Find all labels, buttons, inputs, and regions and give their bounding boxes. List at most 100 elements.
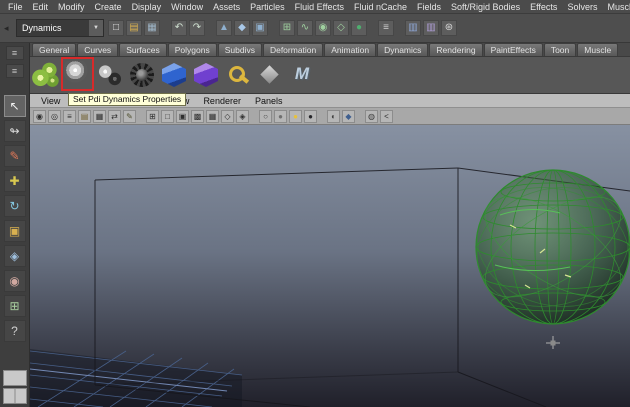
collapse-arrow-icon[interactable]: ◂ [4,23,12,34]
quick-layout-buttons [2,370,27,404]
share-icon[interactable]: < [380,109,393,123]
menu-item[interactable]: Fields [412,2,446,12]
shelf-tab[interactable]: Surfaces [119,43,167,56]
toolbox-menu-bottom-icon[interactable]: ≡ [5,64,24,78]
menu-item[interactable]: Modify [53,2,90,12]
snap-to-point-icon[interactable]: ◉ [315,20,331,36]
shelf-tab[interactable]: Muscle [577,43,619,56]
make-live-icon[interactable]: ● [351,20,367,36]
menu-item[interactable]: Muscle [602,2,630,12]
shelf-tab[interactable]: Dynamics [377,43,429,56]
grease-pencil-icon[interactable]: ✎ [123,109,136,123]
panel-menu-item[interactable]: View [34,96,67,106]
select-tool-icon[interactable]: ↖ [3,95,26,117]
grid-icon[interactable]: ⊞ [146,109,159,123]
construction-history-icon[interactable]: ≡ [378,20,394,36]
toolbox-menu-top-icon[interactable]: ≡ [5,46,24,60]
last-tool-icon[interactable]: ? [3,320,26,342]
show-manipulator-icon[interactable]: ⊞ [3,295,26,317]
image-plane-icon[interactable]: ▦ [93,109,106,123]
quick-layout-two-pane-icon[interactable] [2,388,27,404]
shelf-tab[interactable]: Toon [543,43,577,56]
shelf-tab[interactable]: Animation [324,43,377,56]
menu-item[interactable]: Edit [28,2,54,12]
open-scene-icon[interactable]: ▤ [126,20,142,36]
shelf-tab[interactable]: Deformation [262,43,324,56]
move-tool-icon[interactable]: ✚ [3,170,26,192]
isolate-select-icon[interactable]: ◆ [342,109,355,123]
shelf-tab[interactable]: PaintEffects [483,43,543,56]
maya-shelf-icon[interactable]: M [288,61,316,89]
snap-to-plane-icon[interactable]: ◇ [333,20,349,36]
menu-item[interactable]: Effects [525,2,562,12]
undo-icon[interactable]: ↶ [171,20,187,36]
menu-item[interactable]: Fluid nCache [349,2,412,12]
menu-item[interactable]: Solvers [562,2,602,12]
viewport[interactable] [30,125,630,407]
field-chart-icon[interactable]: ▦ [206,109,219,123]
save-scene-icon[interactable]: ▦ [144,20,160,36]
bookmark-icon[interactable]: ▤ [78,109,91,123]
universal-manipulator-icon[interactable]: ◈ [3,245,26,267]
maya-window: File Edit Modify Create Display Window Assets P… [0,0,630,407]
textured-sphere-icon[interactable]: ● [289,109,302,123]
panel-menu-item[interactable]: Renderer [196,96,248,106]
menu-item[interactable]: Assets [208,2,245,12]
two-d-pan-zoom-icon[interactable]: ⇄ [108,109,121,123]
shelf-tab[interactable]: Subdivs [217,43,262,56]
field-shelf-icon[interactable] [128,61,156,89]
select-object-icon[interactable]: ◆ [234,20,250,36]
shelf-tab[interactable]: Curves [77,43,119,56]
select-hierarchy-icon[interactable]: ▲ [216,20,232,36]
particles-shelf-icon[interactable] [32,61,60,89]
rigid-body-shelf-icon[interactable] [160,61,188,89]
emitter-shelf-icon[interactable] [64,61,92,89]
render-settings-icon[interactable]: ⊛ [441,20,457,36]
soft-body-shelf-icon[interactable] [192,61,220,89]
shaded-sphere-icon[interactable]: ● [274,109,287,123]
menu-item[interactable]: Soft/Rigid Bodies [446,2,525,12]
safe-action-icon[interactable]: ◇ [221,109,234,123]
status-line: ◂ Dynamics ▼ □ ▤ ▦ ↶ ↷ ▲ ◆ ▣ ⊞ ∿ ◉ ◇ ● ≡ ▥ ▥ ⊛ [0,14,630,43]
lasso-select-tool-icon[interactable]: ↬ [3,120,26,142]
panel-menu-item[interactable]: Panels [248,96,290,106]
wireframe-on-shaded-icon[interactable]: ◍ [365,109,378,123]
shelf-tab[interactable]: Polygons [167,43,217,56]
lights-sphere-icon[interactable]: ● [304,109,317,123]
menu-item[interactable]: Fluid Effects [290,2,349,12]
rotate-tool-icon[interactable]: ↻ [3,195,26,217]
film-gate-icon[interactable]: □ [161,109,174,123]
scale-tool-icon[interactable]: ▣ [3,220,26,242]
menuset-value: Dynamics [22,23,62,33]
menu-item[interactable]: Display [127,2,167,12]
soft-mod-tool-icon[interactable]: ◉ [3,270,26,292]
camera-icon[interactable]: ◉ [33,109,46,123]
shelf-tab[interactable]: General [32,43,77,56]
resolution-gate-icon[interactable]: ▣ [176,109,189,123]
paint-select-tool-icon[interactable]: ✎ [3,145,26,167]
keyframe-shelf-icon[interactable] [224,61,252,89]
menuset-dropdown[interactable]: Dynamics ▼ [16,19,104,37]
ipr-render-icon[interactable]: ▥ [423,20,439,36]
shelf-tabs: General Curves Surfaces Polygons Subdivs Defo… [30,43,630,57]
menu-item[interactable]: File [3,2,28,12]
gate-mask-icon[interactable]: ▩ [191,109,204,123]
safe-title-icon[interactable]: ◈ [236,109,249,123]
menu-item[interactable]: Create [90,2,127,12]
snap-to-curve-icon[interactable]: ∿ [297,20,313,36]
constraint-shelf-icon[interactable] [256,61,284,89]
new-scene-icon[interactable]: □ [108,20,124,36]
menu-item[interactable]: Window [166,2,208,12]
collision-shelf-icon[interactable] [96,61,124,89]
select-component-icon[interactable]: ▣ [252,20,268,36]
shelf-tab[interactable]: Rendering [429,43,483,56]
redo-icon[interactable]: ↷ [189,20,205,36]
snap-to-grid-icon[interactable]: ⊞ [279,20,295,36]
render-icon[interactable]: ▥ [405,20,421,36]
menu-item[interactable]: Particles [245,2,290,12]
quick-layout-single-pane-icon[interactable] [2,370,27,386]
camera-lock-icon[interactable]: ◎ [48,109,61,123]
camera-attributes-icon[interactable]: ≡ [63,109,76,123]
xray-icon[interactable]: ◐ [327,109,340,123]
wireframe-sphere-icon[interactable]: ○ [259,109,272,123]
